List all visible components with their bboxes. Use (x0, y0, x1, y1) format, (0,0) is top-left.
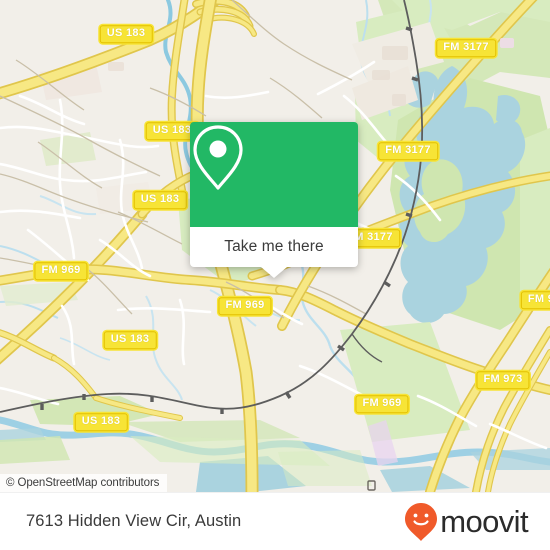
popup-image-area (190, 122, 358, 227)
road-shield-fm3177-1: FM 3177 (436, 39, 496, 57)
map-pin-icon (193, 125, 243, 190)
road-shield-us183-1: US 183 (99, 25, 153, 43)
road-shield-fm969-2: FM 969 (218, 297, 272, 315)
road-shield-fm969-3: FM 969 (355, 395, 409, 413)
map-canvas[interactable]: US 183 US 183 US 183 US 183 US 183 FM 31… (0, 0, 550, 492)
popup-action-label: Take me there (224, 238, 324, 255)
road-shield-fm973: FM 973 (476, 371, 530, 389)
osm-attribution[interactable]: © OpenStreetMap contributors (0, 474, 168, 492)
road-shield-fm3177-2: FM 3177 (378, 142, 438, 160)
moovit-logo[interactable]: moovit (404, 502, 529, 542)
moovit-wordmark: moovit (440, 504, 528, 539)
road-shield-us183-4: US 183 (103, 331, 157, 349)
road-shield-fm969-1: FM 969 (34, 262, 88, 280)
moovit-smiling-pin-icon (405, 502, 438, 541)
road-shield-us183-3: US 183 (133, 191, 187, 209)
location-popup-card[interactable]: Take me there (190, 122, 358, 278)
popup-action-area[interactable]: Take me there (190, 227, 358, 278)
road-shield-us183-5: US 183 (74, 413, 128, 431)
address-label: 7613 Hidden View Cir, Austin (26, 512, 242, 530)
map-screenshot: US 183 US 183 US 183 US 183 US 183 FM 31… (0, 0, 550, 550)
bottom-info-bar: 7613 Hidden View Cir, Austin moovit (0, 492, 550, 550)
road-shield-fm9-clipped: FM 9 (520, 291, 550, 309)
popup-pointer-tail (261, 267, 287, 278)
